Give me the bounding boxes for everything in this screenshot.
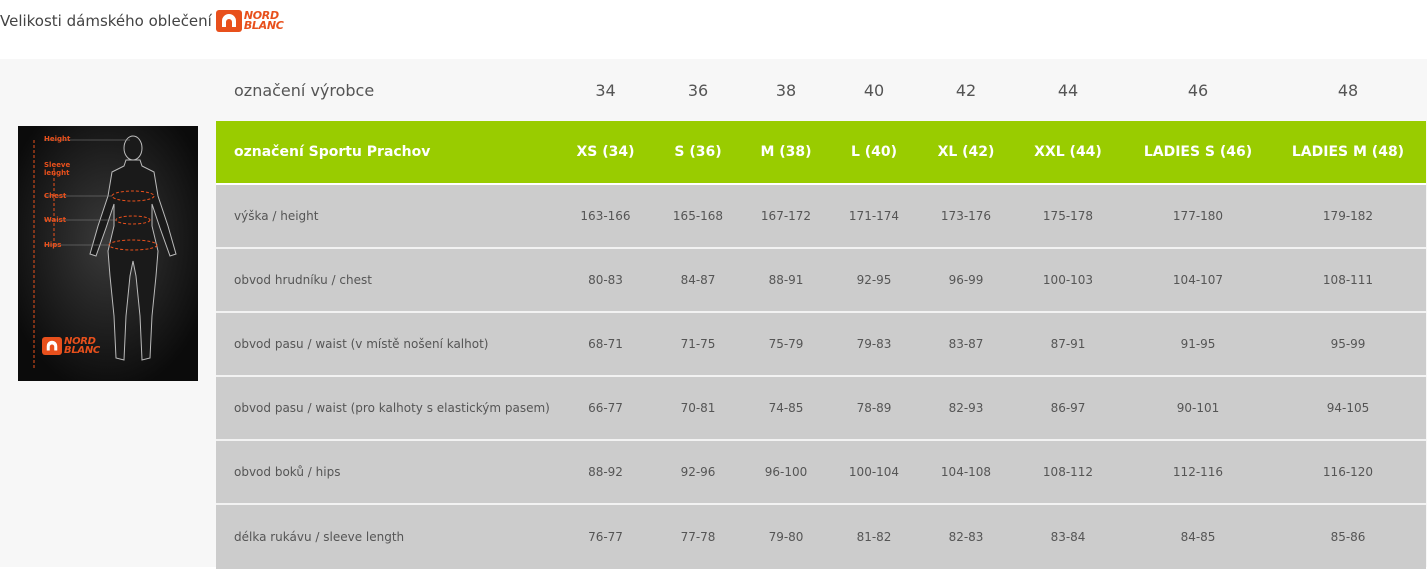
figure-brand-logo: NORD BLANC [42,337,100,356]
figure-brand-mark-icon [42,337,62,355]
measurement-row-cell: 83-84 [1010,504,1126,569]
measurement-row-cell: 96-100 [746,440,826,505]
brand-logo: NORD BLANC [215,10,284,32]
measurement-row: obvod boků / hips 88-92 92-96 96-100 100-104… [216,440,1426,505]
measurement-row-cell: 75-79 [746,312,826,377]
measurement-row-cell: 84-87 [650,248,746,313]
measurement-row-cell: 82-83 [922,504,1010,569]
sport-size-row-cell: XL (42) [922,121,1010,185]
measurement-row-cell: 77-78 [650,504,746,569]
figure-label-hips: Hips [44,241,62,249]
measurement-row-cell: 112-116 [1126,440,1270,505]
measurement-row-cell: 76-77 [561,504,650,569]
measurement-row-cell: 94-105 [1270,376,1426,441]
figure-label-waist: Waist [44,216,67,224]
sport-size-row-cell: XS (34) [561,121,650,185]
measurement-row-cell: 100-104 [826,440,922,505]
measurement-row-cell: 82-93 [922,376,1010,441]
measurement-row-cell: 84-85 [1126,504,1270,569]
measurement-row-cell: 90-101 [1126,376,1270,441]
measurement-row: obvod pasu / waist (v místě nošení kalho… [216,312,1426,377]
measurement-row-cell: 92-96 [650,440,746,505]
measurement-row-cell: 104-108 [922,440,1010,505]
measurement-row-label: obvod pasu / waist (pro kalhoty s elasti… [216,376,561,441]
measurement-row-cell: 88-92 [561,440,650,505]
figure-label-sleeve: Sleeve lenght [44,161,71,177]
measurement-row-cell: 173-176 [922,184,1010,249]
manufacturer-size-row-label: označení výrobce [216,59,561,121]
measurement-row-label: obvod pasu / waist (v místě nošení kalho… [216,312,561,377]
measurement-row-cell: 85-86 [1270,504,1426,569]
measurement-row-cell: 66-77 [561,376,650,441]
measurement-row-cell: 95-99 [1270,312,1426,377]
measurement-row: obvod pasu / waist (pro kalhoty s elasti… [216,376,1426,441]
manufacturer-size-row-cell: 38 [746,59,826,121]
page-title: Velikosti dámského oblečení NORD BLANC [0,10,284,32]
measurement-row-cell: 74-85 [746,376,826,441]
measurement-row-cell: 104-107 [1126,248,1270,313]
sport-size-row-cell: XXL (44) [1010,121,1126,185]
measurement-row-label: obvod boků / hips [216,440,561,505]
measurement-row-cell: 167-172 [746,184,826,249]
sport-size-row-cell: L (40) [826,121,922,185]
brand-mark-icon [215,10,242,32]
sport-size-row-label: označení Sportu Prachov [216,121,561,185]
measurement-row-cell: 81-82 [826,504,922,569]
body-measurement-figure: Height Sleeve lenght Chest Waist Hips NO… [18,126,198,381]
figure-label-chest: Chest [44,192,67,200]
measurement-row-cell: 68-71 [561,312,650,377]
manufacturer-size-row-cell: 34 [561,59,650,121]
measurement-row-cell: 80-83 [561,248,650,313]
measurement-row-cell: 71-75 [650,312,746,377]
measurement-row-label: obvod hrudníku / chest [216,248,561,313]
page-title-text: Velikosti dámského oblečení [0,12,212,30]
measurement-row-label: výška / height [216,184,561,249]
measurement-row-cell: 175-178 [1010,184,1126,249]
measurement-row-cell: 86-97 [1010,376,1126,441]
measurement-row-cell: 91-95 [1126,312,1270,377]
measurement-row-cell: 100-103 [1010,248,1126,313]
measurement-row-cell: 88-91 [746,248,826,313]
measurement-row-cell: 79-83 [826,312,922,377]
measurement-row-cell: 79-80 [746,504,826,569]
measurement-row-cell: 87-91 [1010,312,1126,377]
measurement-row-cell: 116-120 [1270,440,1426,505]
measurement-row-cell: 108-112 [1010,440,1126,505]
measurement-row-cell: 108-111 [1270,248,1426,313]
measurement-row-cell: 163-166 [561,184,650,249]
figure-brand-line2: BLANC [64,345,100,356]
manufacturer-size-row-cell: 40 [826,59,922,121]
measurement-row: délka rukávu / sleeve length 76-77 77-78 79… [216,504,1426,569]
manufacturer-size-row-cell: 42 [922,59,1010,121]
brand-line2: BLANC [243,19,284,32]
measurement-row-cell: 96-99 [922,248,1010,313]
measurement-row-cell: 171-174 [826,184,922,249]
manufacturer-size-row-cell: 36 [650,59,746,121]
measurement-row: obvod hrudníku / chest 80-83 84-87 88-91 92-… [216,248,1426,313]
measurement-row-cell: 165-168 [650,184,746,249]
manufacturer-size-row: označení výrobce 34 36 38 40 42 44 46 48 [216,59,1426,121]
sport-size-row-cell: M (38) [746,121,826,185]
size-table: označení výrobce 34 36 38 40 42 44 46 48 označení… [216,59,1426,569]
measurement-row-cell: 70-81 [650,376,746,441]
sport-size-row: označení Sportu Prachov XS (34) S (36) M (3… [216,121,1426,185]
measurement-row-cell: 179-182 [1270,184,1426,249]
measurement-row-cell: 78-89 [826,376,922,441]
manufacturer-size-row-cell: 46 [1126,59,1270,121]
measurement-row-cell: 177-180 [1126,184,1270,249]
measurement-row-cell: 83-87 [922,312,1010,377]
sport-size-row-cell: LADIES S (46) [1126,121,1270,185]
manufacturer-size-row-cell: 44 [1010,59,1126,121]
manufacturer-size-row-cell: 48 [1270,59,1426,121]
figure-label-height: Height [44,135,71,143]
sport-size-row-cell: S (36) [650,121,746,185]
measurement-row: výška / height 163-166 165-168 167-172 171-1… [216,184,1426,249]
sport-size-row-cell: LADIES M (48) [1270,121,1426,185]
measurement-row-cell: 92-95 [826,248,922,313]
measurement-row-label: délka rukávu / sleeve length [216,504,561,569]
